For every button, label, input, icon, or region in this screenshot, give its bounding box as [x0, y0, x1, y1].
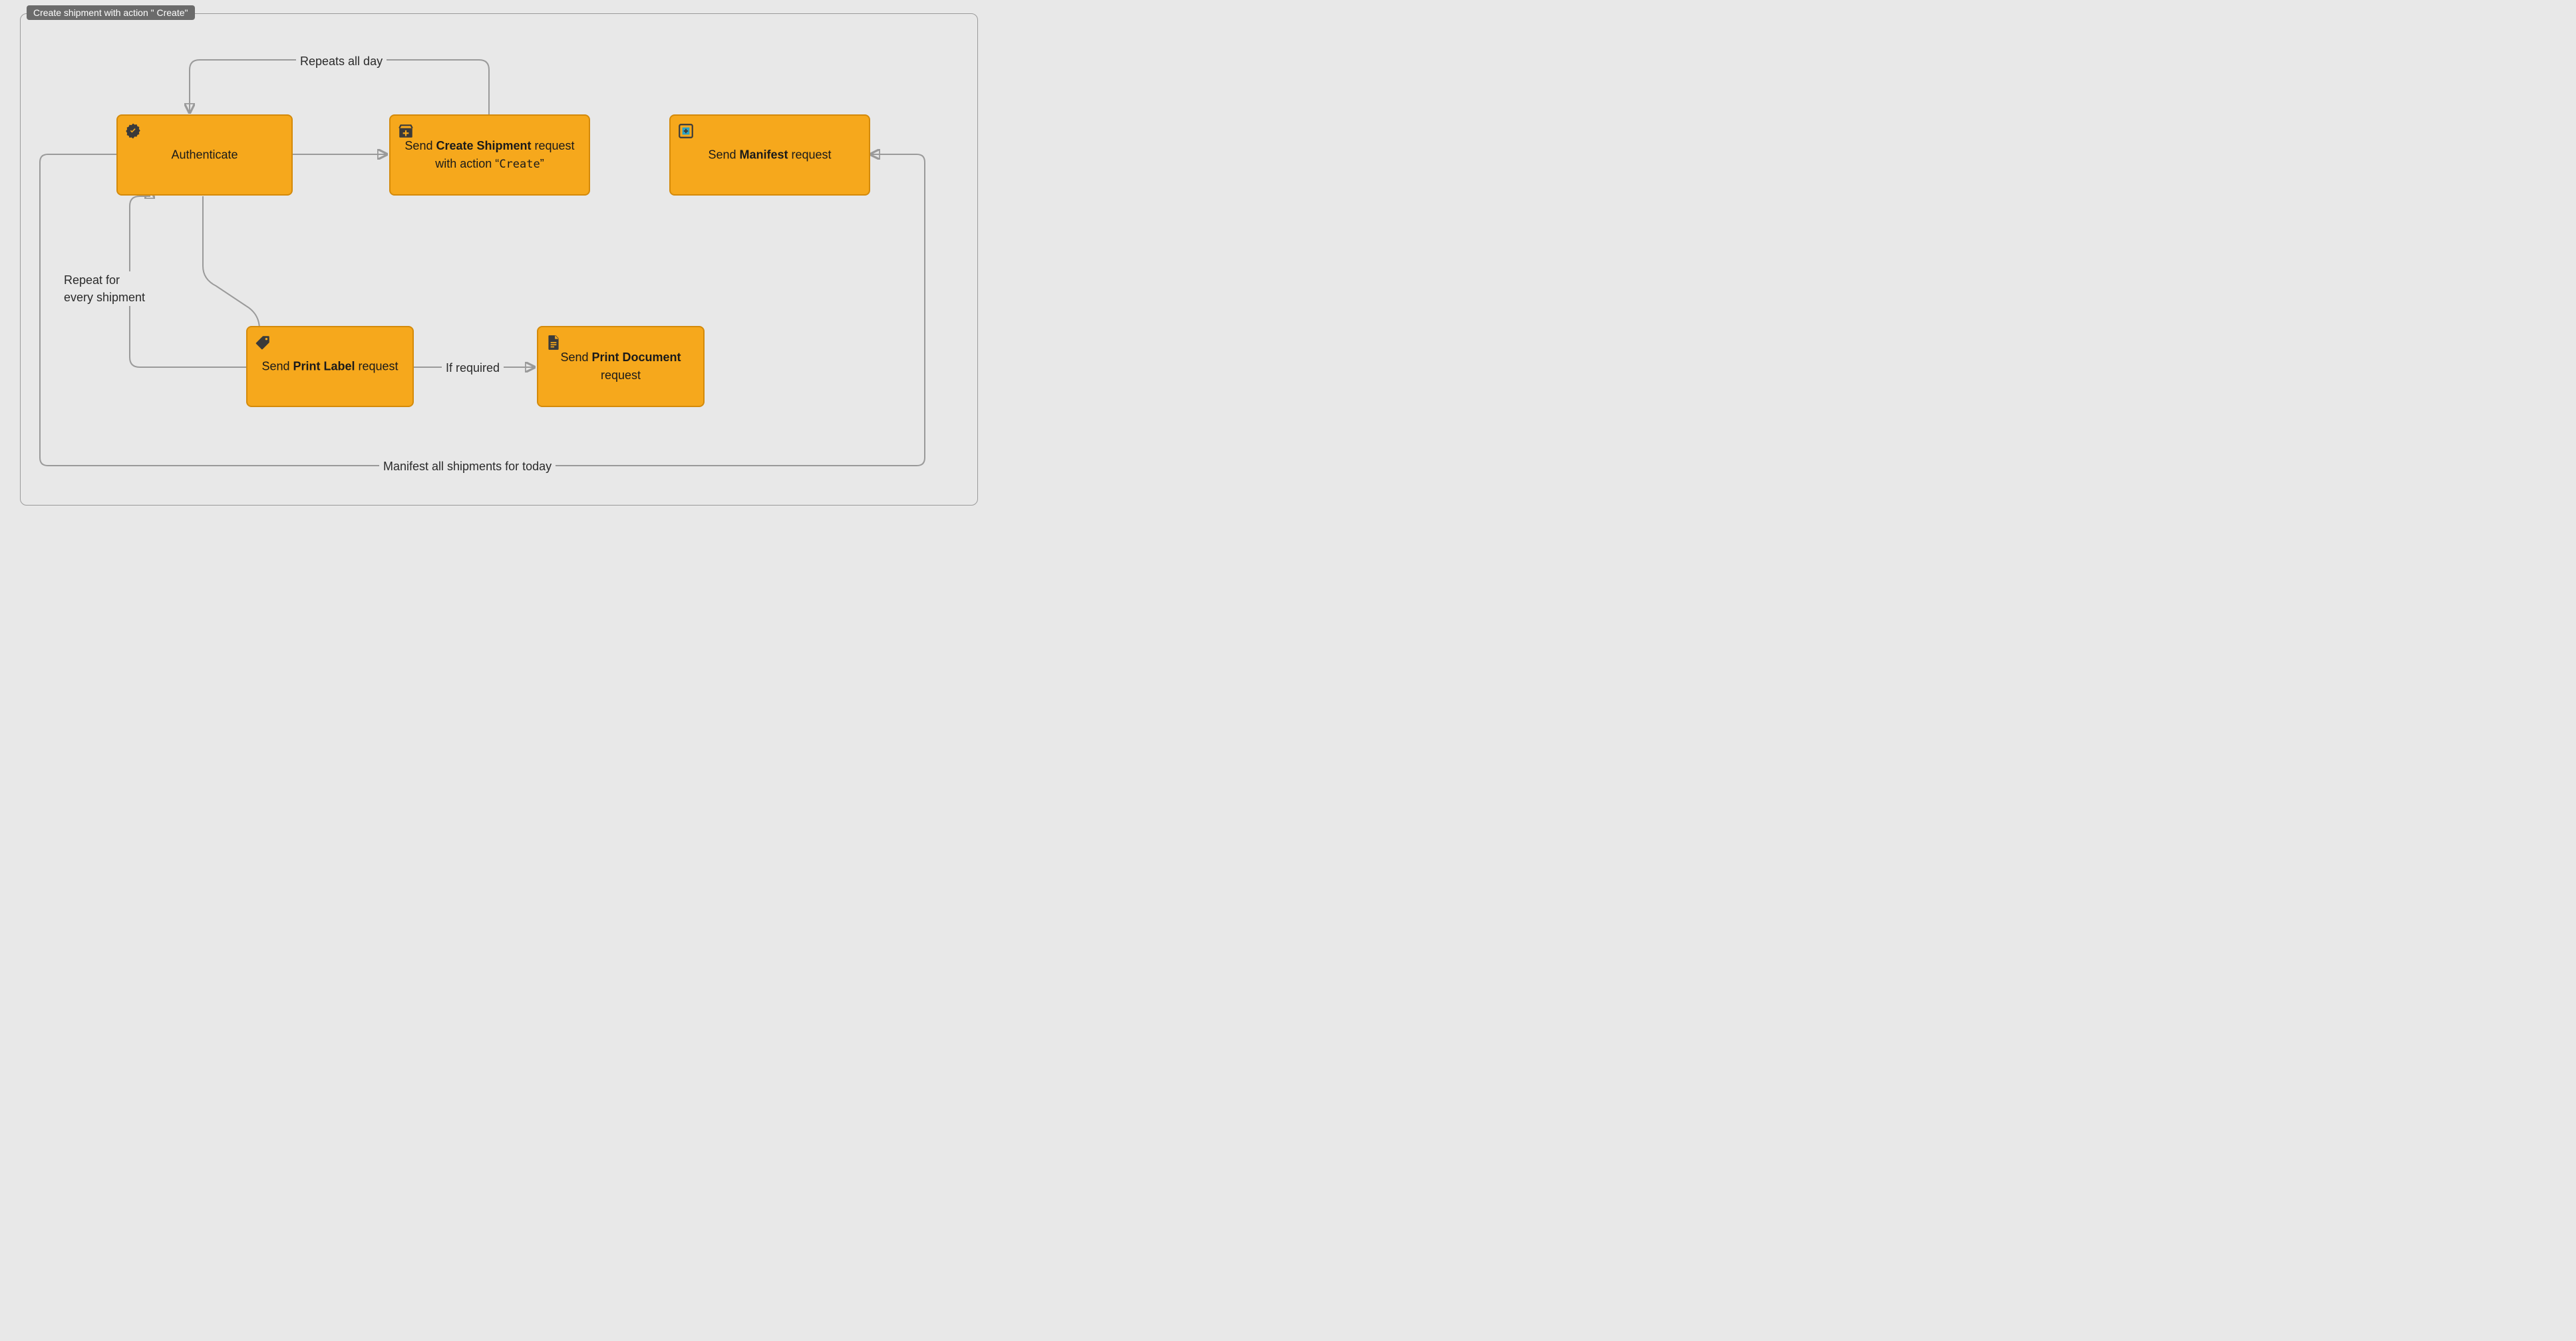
edge-label-manifest-today: Manifest all shipments for today [379, 458, 556, 475]
manifest-icon [677, 122, 695, 140]
diagram-canvas: Create shipment with action " Create" [0, 0, 998, 520]
node-create-shipment-label: Send Create Shipment request with action… [391, 137, 589, 174]
t4: with action “ [435, 157, 499, 170]
t1: Send [261, 360, 293, 373]
t5: Create [499, 158, 540, 171]
t1: Send [560, 351, 591, 364]
node-print-label-label: Send Print Label request [247, 358, 412, 376]
node-authenticate: Authenticate [116, 114, 293, 196]
l2: every shipment [64, 291, 145, 304]
t1: Send [708, 148, 739, 162]
node-manifest: Send Manifest request [669, 114, 870, 196]
t2: Print Label [293, 360, 355, 373]
node-authenticate-label: Authenticate [118, 146, 291, 164]
edge-label-repeats-all-day: Repeats all day [296, 53, 387, 70]
text: Authenticate [171, 148, 238, 162]
node-manifest-label: Send Manifest request [671, 146, 869, 164]
t3: request [532, 139, 575, 152]
node-print-label: Send Print Label request [246, 326, 414, 407]
t2: Create Shipment [436, 139, 531, 152]
t1: Send [404, 139, 436, 152]
node-create-shipment: Send Create Shipment request with action… [389, 114, 590, 196]
t3: request [788, 148, 832, 162]
t2: Manifest [739, 148, 788, 162]
t4: request [601, 369, 641, 382]
node-print-document-label: Send Print Document request [538, 349, 703, 384]
t6: ” [540, 157, 544, 170]
node-print-document: Send Print Document request [537, 326, 705, 407]
t2: Print Document [592, 351, 681, 364]
edge-label-if-required: If required [442, 359, 504, 376]
diagram-frame [20, 13, 978, 506]
t3: request [355, 360, 399, 373]
tag-icon [254, 334, 271, 351]
l1: Repeat for [64, 273, 120, 287]
edge-label-repeat-every-shipment: Repeat for every shipment [60, 271, 149, 306]
check-badge-icon [124, 122, 142, 140]
frame-title: Create shipment with action " Create" [27, 5, 195, 20]
